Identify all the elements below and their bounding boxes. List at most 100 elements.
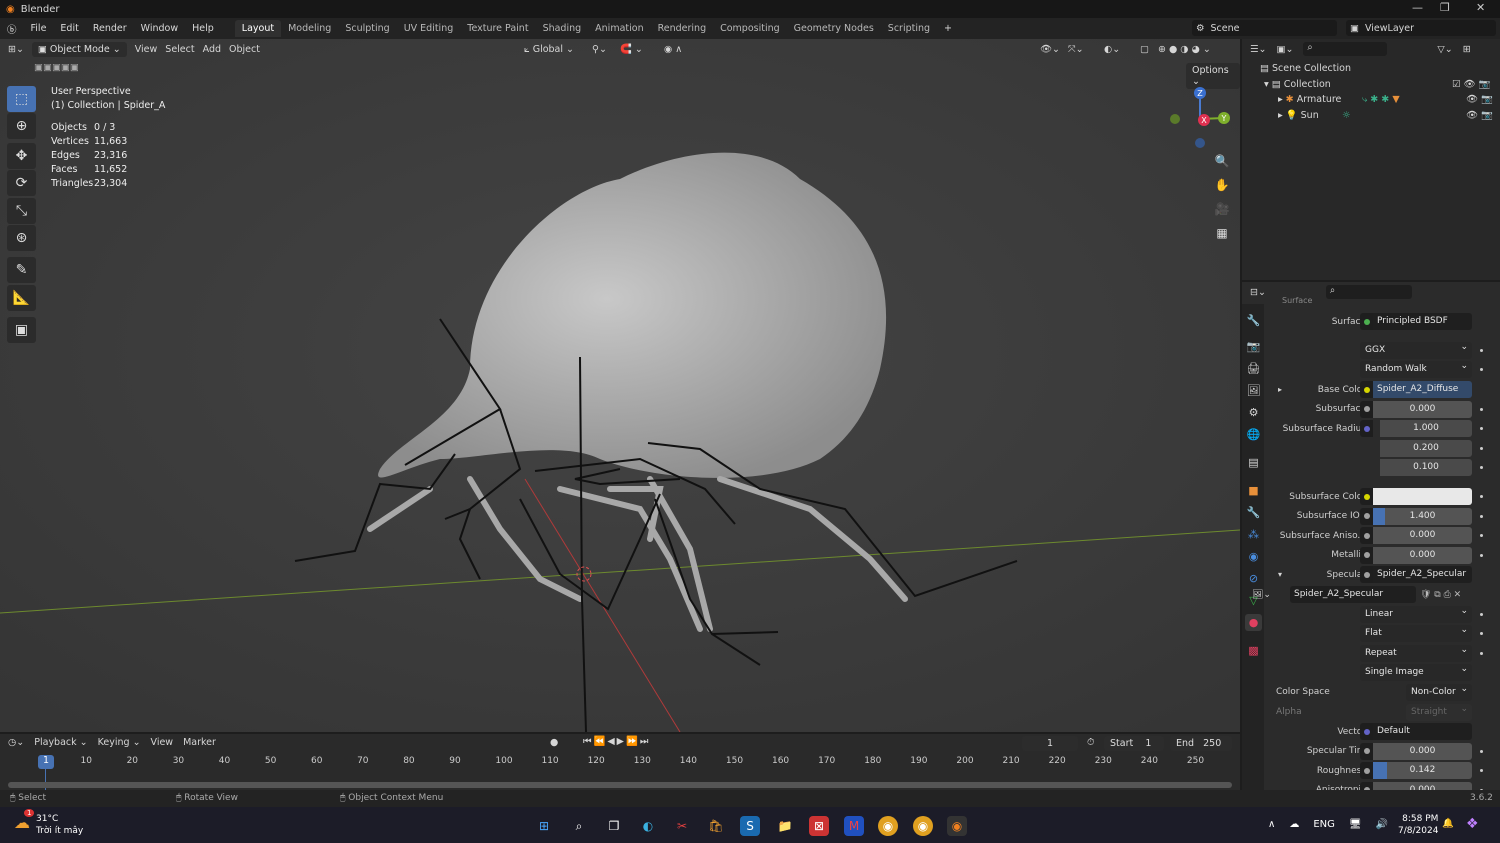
- expand-arrow-icon[interactable]: ▸: [1278, 110, 1286, 121]
- gizmo-toggle-icon[interactable]: ⤧⌄: [1068, 44, 1084, 55]
- minimize-button[interactable]: —: [1412, 1, 1423, 14]
- workspace-tab-rendering[interactable]: Rendering: [651, 20, 714, 37]
- socket-icon[interactable]: [1360, 400, 1373, 418]
- 3d-viewport[interactable]: ⊞⌄ ▣ Object Mode ⌄ View Select Add Objec…: [0, 39, 1240, 732]
- snipping-tool-icon[interactable]: ✂: [672, 816, 692, 836]
- overlays-icon[interactable]: ◐⌄: [1104, 44, 1120, 55]
- workspace-tab-texture-paint[interactable]: Texture Paint: [460, 20, 535, 37]
- timeline-scrollbar[interactable]: [8, 782, 1232, 788]
- outliner-search-input[interactable]: ⌕: [1303, 42, 1388, 56]
- socket-icon[interactable]: [1360, 762, 1373, 780]
- number-field[interactable]: 0.200: [1380, 439, 1472, 457]
- collection-tab-icon[interactable]: ▤: [1245, 454, 1262, 471]
- material-tab-icon[interactable]: ●: [1245, 614, 1262, 631]
- app-icon[interactable]: ⊠: [809, 816, 829, 836]
- xray-icon[interactable]: ▢: [1140, 44, 1149, 55]
- playhead[interactable]: 1: [38, 755, 54, 769]
- socket-icon[interactable]: [1360, 507, 1373, 525]
- socket-icon[interactable]: [1360, 420, 1373, 438]
- keyframe-dot[interactable]: [1480, 769, 1483, 773]
- select-box-tool[interactable]: ⬚: [7, 86, 36, 112]
- volume-icon[interactable]: 🔊: [1376, 819, 1388, 830]
- dropdown-single-image[interactable]: Single Image: [1360, 664, 1472, 682]
- navigation-gizmo[interactable]: Z Y X: [1160, 83, 1235, 153]
- texture-tab-icon[interactable]: ▩: [1245, 642, 1262, 659]
- dropdown-linear[interactable]: Linear: [1360, 605, 1472, 623]
- expand-arrow-icon[interactable]: ▾: [1278, 570, 1282, 579]
- number-field[interactable]: 0.000: [1373, 527, 1472, 545]
- view-layer-selector[interactable]: ▣ ViewLayer: [1346, 20, 1496, 36]
- auto-keying-button[interactable]: ●: [550, 737, 558, 748]
- image-actions[interactable]: 🛡 ⧉ ⎙ ✕: [1420, 590, 1461, 600]
- number-field[interactable]: 1.000: [1380, 420, 1472, 438]
- outliner-item-collection[interactable]: ▾ ▤ Collection ☑ 👁 📷: [1242, 76, 1500, 92]
- outliner-item-sun[interactable]: ▸ 💡 Sun ☼ 👁 📷: [1242, 107, 1500, 123]
- number-field[interactable]: 0.000: [1373, 742, 1472, 760]
- filter-view-icon[interactable]: ▣⌄: [1276, 44, 1293, 55]
- linked-input-field[interactable]: Default: [1373, 723, 1472, 741]
- socket-icon[interactable]: [1360, 488, 1373, 506]
- end-frame-field[interactable]: End 250: [1170, 736, 1232, 751]
- dropdown-ggx[interactable]: GGX: [1360, 341, 1472, 359]
- maximize-button[interactable]: ❐: [1440, 1, 1450, 14]
- menu-edit[interactable]: Edit: [53, 23, 85, 34]
- filter-icon[interactable]: ▽⌄: [1437, 44, 1452, 55]
- move-tool[interactable]: ✥: [7, 143, 36, 169]
- annotate-tool[interactable]: ✎: [7, 257, 36, 283]
- view-layer-tab-icon[interactable]: 🖼: [1245, 382, 1262, 399]
- properties-search-input[interactable]: ⌕: [1325, 285, 1412, 299]
- number-field[interactable]: 1.400: [1373, 507, 1472, 525]
- output-tab-icon[interactable]: 🖨: [1245, 360, 1262, 377]
- dropdown-non-color[interactable]: Non-Color: [1406, 683, 1472, 701]
- marker-menu[interactable]: Marker: [183, 737, 216, 748]
- checkbox-eye-camera-icons[interactable]: ☑ 👁 📷: [1452, 79, 1490, 90]
- copilot-icon[interactable]: ❖: [1466, 816, 1479, 832]
- language-indicator[interactable]: ENG: [1313, 819, 1335, 830]
- image-icon[interactable]: 🖼⌄: [1252, 590, 1271, 600]
- shading-modes[interactable]: ⊕ ● ◑ ◕ ⌄: [1158, 44, 1211, 55]
- menu-window[interactable]: Window: [134, 23, 185, 34]
- render-tab-icon[interactable]: 📷: [1245, 338, 1262, 355]
- number-field[interactable]: 0.142: [1373, 762, 1472, 780]
- close-button[interactable]: ✕: [1476, 1, 1485, 14]
- socket-icon[interactable]: [1360, 546, 1373, 564]
- outliner-item-scene-collection[interactable]: ▤ Scene Collection: [1242, 60, 1500, 76]
- add-menu[interactable]: Add: [203, 44, 221, 55]
- keyframe-dot[interactable]: [1480, 612, 1483, 616]
- editor-type-icon[interactable]: ⊞⌄: [8, 44, 24, 55]
- notifications-bell-icon[interactable]: 🔔: [1442, 818, 1454, 829]
- zoom-icon[interactable]: 🔍: [1212, 151, 1232, 171]
- search-icon[interactable]: ⌕: [569, 816, 589, 836]
- workspace-tab-scripting[interactable]: Scripting: [881, 20, 937, 37]
- editor-type-icon[interactable]: ◷⌄: [8, 737, 24, 748]
- cursor-tool[interactable]: ⊕: [7, 113, 36, 139]
- playback-controls[interactable]: ⏮⏪◀▶⏩⏭: [583, 736, 650, 747]
- pan-hand-icon[interactable]: ✋: [1212, 175, 1232, 195]
- workspace-tab-sculpting[interactable]: Sculpting: [338, 20, 396, 37]
- measure-tool[interactable]: 📐: [7, 285, 36, 311]
- network-icon[interactable]: 🖥: [1349, 819, 1362, 830]
- outliner-item-armature[interactable]: ▸ ✱ Armature ⤷ ✱ ✱ ▼ 👁 📷: [1242, 91, 1500, 107]
- file-explorer-icon[interactable]: 📁: [775, 816, 795, 836]
- number-field[interactable]: 0.000: [1373, 546, 1472, 564]
- current-frame-field[interactable]: 1: [1022, 736, 1078, 751]
- socket-icon[interactable]: [1360, 723, 1373, 741]
- start-button-icon[interactable]: ⊞: [534, 816, 554, 836]
- task-view-icon[interactable]: ❐: [604, 816, 624, 836]
- image-datablock-field[interactable]: Spider_A2_Specular: [1290, 586, 1416, 604]
- tray-overflow-icon[interactable]: ∧: [1268, 819, 1275, 830]
- particles-tab-icon[interactable]: ⁂: [1245, 526, 1262, 543]
- workspace-tab-compositing[interactable]: Compositing: [713, 20, 787, 37]
- frame-ruler[interactable]: 10 20 30 40 50 60 70 80 90 100 110 120 130 140 150 160 1…: [0, 754, 1240, 770]
- playback-menu[interactable]: Playback ⌄: [34, 737, 87, 748]
- scale-tool[interactable]: ⤡: [7, 198, 36, 224]
- mode-selector[interactable]: ▣ Object Mode ⌄: [31, 41, 127, 57]
- camera-view-icon[interactable]: 🎥: [1212, 199, 1232, 219]
- dropdown-flat[interactable]: Flat: [1360, 625, 1472, 643]
- keyframe-dot[interactable]: [1480, 534, 1483, 538]
- editor-type-icon[interactable]: ⊟⌄: [1250, 287, 1266, 298]
- scene-tab-icon[interactable]: ⚙: [1245, 404, 1262, 421]
- keyframe-dot[interactable]: [1480, 553, 1483, 557]
- keyframe-dot[interactable]: [1480, 407, 1483, 411]
- keyframe-dot[interactable]: [1480, 368, 1483, 372]
